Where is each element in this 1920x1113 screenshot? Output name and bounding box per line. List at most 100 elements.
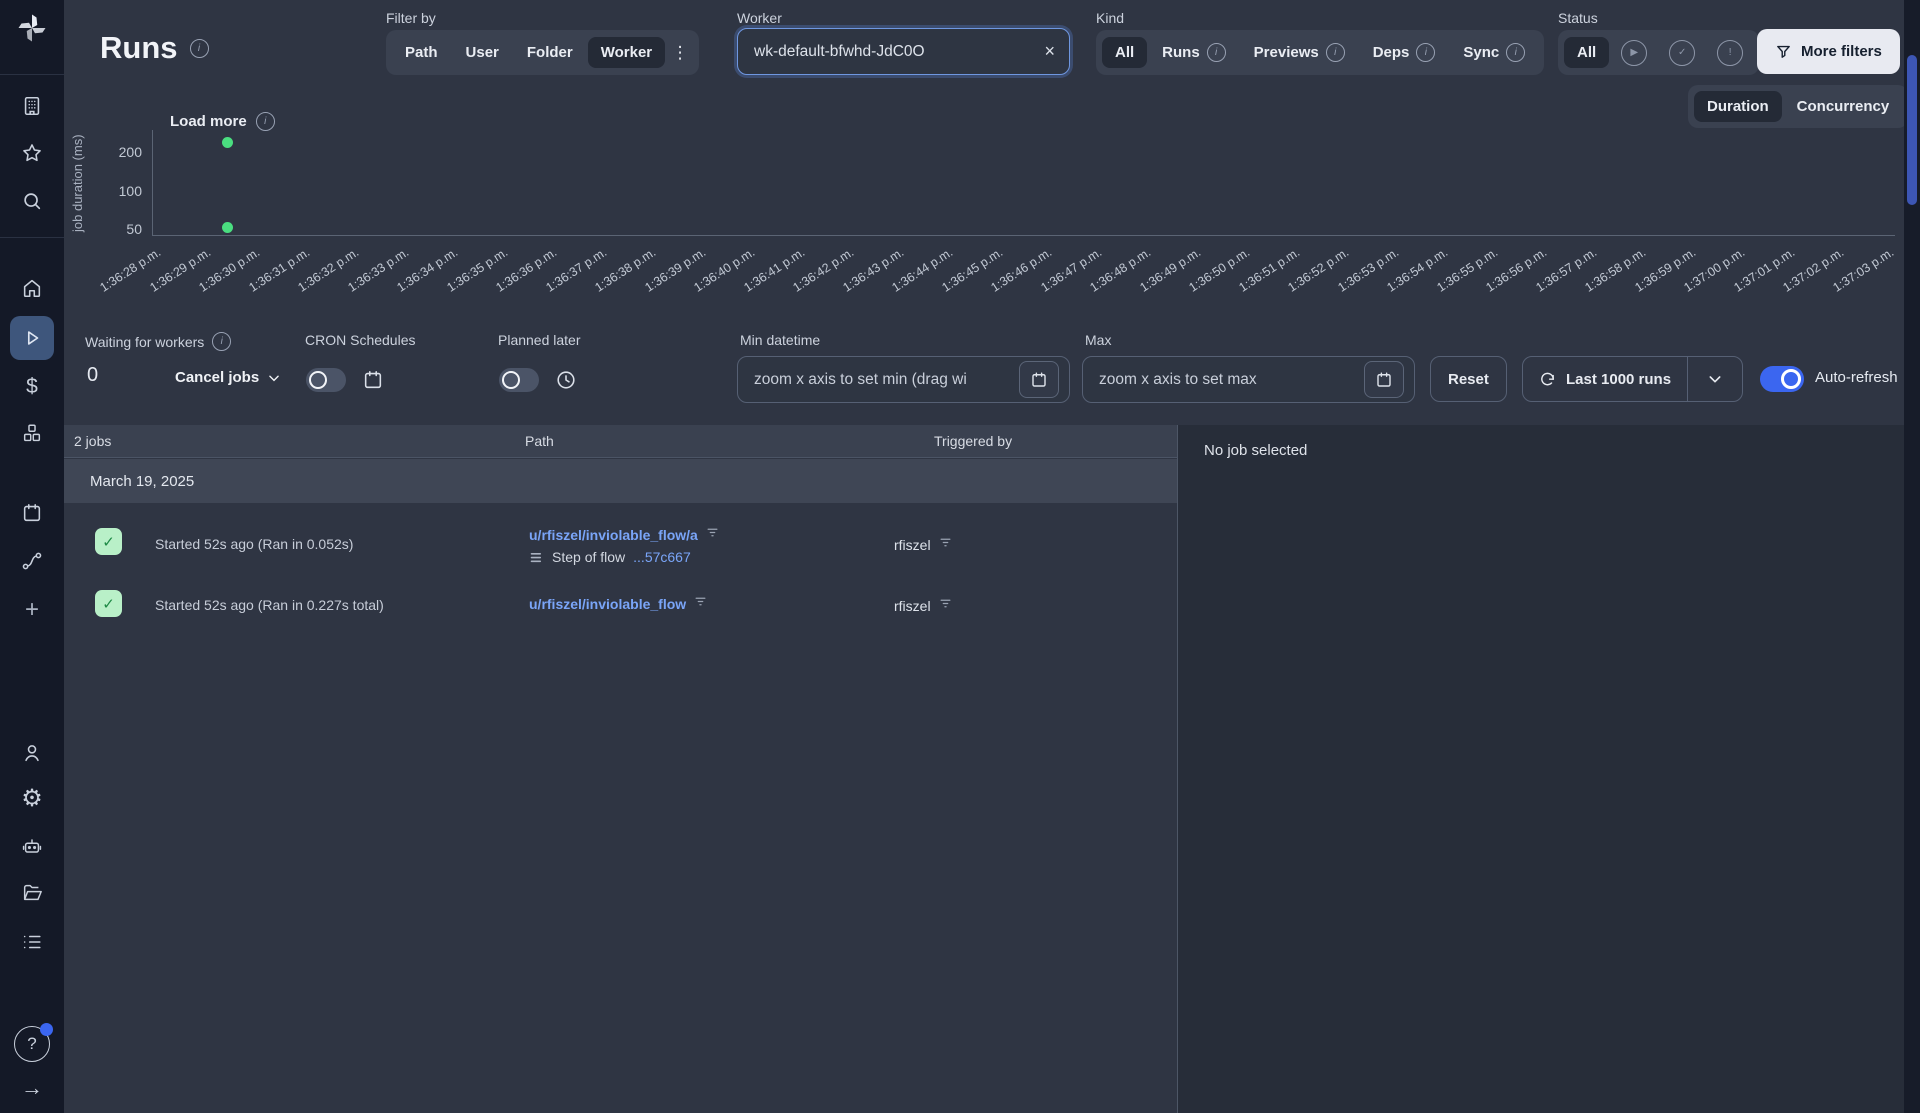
sidebar-item-resources[interactable]	[0, 413, 64, 453]
last-runs-button[interactable]: Last 1000 runs	[1523, 357, 1687, 401]
auto-refresh-toggle[interactable]	[1760, 366, 1804, 392]
filter-by-path-icon[interactable]	[694, 595, 707, 613]
date-label: March 19, 2025	[90, 472, 195, 490]
info-icon: i	[1325, 43, 1345, 62]
worker-input-box: ×	[737, 28, 1070, 75]
filter-by-group: Path User Folder Worker ⋮	[386, 30, 700, 75]
max-datetime-input[interactable]	[1097, 369, 1358, 390]
jobs-table: 2 jobs Path Triggered by March 19, 2025 …	[64, 425, 1177, 1113]
y-tick: 200	[118, 144, 142, 160]
sidebar-item-create[interactable]: +	[0, 590, 64, 630]
view-toggle-group: Duration Concurrency	[1688, 85, 1909, 128]
duration-tab[interactable]: Duration	[1694, 91, 1782, 122]
filter-by-user-icon[interactable]	[939, 597, 952, 615]
status-running-icon[interactable]: ▶	[1621, 39, 1648, 66]
sidebar-item-runs[interactable]	[10, 316, 54, 360]
status-all-button[interactable]: All	[1564, 37, 1610, 68]
search-icon	[24, 193, 41, 210]
min-datetime-input[interactable]	[752, 369, 1013, 390]
cancel-jobs-button[interactable]: Cancel jobs	[175, 369, 281, 386]
info-icon: i	[255, 112, 275, 131]
no-job-selected-text: No job selected	[1204, 442, 1308, 459]
cron-schedules-label: CRON Schedules	[305, 332, 416, 348]
sidebar-collapse-button[interactable]: →	[0, 1068, 64, 1108]
date-group-row: March 19, 2025	[64, 459, 1177, 503]
concurrency-tab[interactable]: Concurrency	[1784, 91, 1903, 122]
info-icon[interactable]: i	[189, 38, 209, 58]
chart-point-flow[interactable]	[222, 137, 233, 148]
filter-folder-button[interactable]: Folder	[514, 37, 586, 68]
planned-later-label: Planned later	[498, 332, 581, 348]
scrollbar-thumb[interactable]	[1907, 55, 1917, 205]
success-check-icon: ✓	[95, 590, 122, 617]
kebab-menu-icon[interactable]: ⋮	[667, 43, 693, 63]
x-axis-ticks[interactable]: 1:36:28 p.m. 1:36:29 p.m. 1:36:30 p.m. 1:3…	[97, 241, 1895, 313]
path-link[interactable]: u/rfiszel/inviolable_flow/a	[529, 527, 698, 543]
filter-worker-button[interactable]: Worker	[587, 37, 666, 68]
sidebar-item-help[interactable]: ?	[0, 1022, 64, 1066]
windmill-logo-icon[interactable]	[14, 10, 50, 46]
sidebar-item-groups[interactable]	[0, 922, 64, 962]
clear-icon[interactable]: ×	[1040, 41, 1059, 62]
sidebar-item-flows[interactable]	[0, 541, 64, 581]
max-datetime-label: Max	[1085, 332, 1112, 348]
building-icon	[24, 96, 40, 116]
column-path: Path	[525, 433, 554, 449]
status-label: Status	[1558, 10, 1598, 26]
table-row[interactable]: ✓ Started 52s ago (Ran in 0.052s) u/rfis…	[64, 503, 1177, 579]
cron-schedules-controls	[306, 368, 384, 392]
filter-by-user-icon[interactable]	[939, 536, 952, 554]
sidebar-item-workspace[interactable]	[0, 86, 64, 126]
path-link[interactable]: u/rfiszel/inviolable_flow	[529, 596, 686, 612]
job-detail-panel: No job selected	[1177, 425, 1904, 1113]
planned-later-toggle[interactable]	[499, 368, 539, 392]
step-of-flow-cell: Step of flow ...57c667	[529, 549, 691, 565]
status-success-icon[interactable]: ✓	[1669, 39, 1696, 66]
sidebar-item-variables[interactable]: $	[0, 366, 64, 406]
refresh-icon	[1541, 372, 1554, 385]
boxes-icon	[23, 424, 41, 442]
success-check-icon: ✓	[95, 528, 122, 555]
triggered-by-cell: rfiszel	[894, 597, 952, 615]
reset-button[interactable]: Reset	[1430, 356, 1507, 402]
filter-path-button[interactable]: Path	[392, 37, 451, 68]
sidebar-item-home[interactable]	[0, 268, 64, 308]
info-icon: i	[1506, 43, 1526, 62]
kind-runs-button[interactable]: Runs i	[1149, 36, 1239, 69]
chevron-down-icon	[1709, 376, 1721, 383]
folder-icon	[23, 884, 42, 901]
cron-schedules-toggle[interactable]	[306, 368, 346, 392]
chart-point-step[interactable]	[222, 222, 233, 233]
calendar-picker-button[interactable]	[1019, 361, 1059, 398]
sidebar-item-user[interactable]	[0, 733, 64, 773]
load-more[interactable]: Load more i	[170, 112, 275, 131]
filter-by-path-icon[interactable]	[706, 526, 719, 544]
sidebar-item-settings[interactable]: ⚙	[0, 779, 64, 819]
sidebar-item-favorites[interactable]	[0, 133, 64, 173]
sidebar-item-schedules[interactable]	[0, 493, 64, 533]
chevron-down-icon	[269, 375, 279, 381]
kind-deps-button[interactable]: Deps i	[1360, 36, 1449, 69]
kind-group: All Runs i Previews i Deps i Sync i	[1096, 30, 1545, 75]
started-text: Started 52s ago (Ran in 0.052s)	[155, 536, 354, 552]
filter-user-button[interactable]: User	[453, 37, 512, 68]
route-icon	[22, 552, 42, 570]
kind-all-button[interactable]: All	[1102, 37, 1148, 68]
y-tick: 50	[126, 221, 142, 237]
sidebar-item-search[interactable]	[0, 181, 64, 221]
waiting-for-workers-label: Waiting for workers i	[85, 332, 232, 351]
last-runs-dropdown-button[interactable]	[1687, 357, 1742, 401]
sidebar-item-folders[interactable]	[0, 873, 64, 913]
flow-id-link[interactable]: ...57c667	[633, 549, 691, 565]
table-row[interactable]: ✓ Started 52s ago (Ran in 0.227s total) …	[64, 579, 1177, 631]
calendar-icon	[1377, 372, 1391, 387]
calendar-picker-button[interactable]	[1364, 361, 1404, 398]
kind-previews-button[interactable]: Previews i	[1241, 36, 1358, 69]
sidebar-item-workers[interactable]	[0, 826, 64, 866]
status-failure-icon[interactable]: !	[1717, 39, 1744, 66]
info-icon[interactable]: i	[212, 332, 232, 351]
gear-icon: ⚙	[21, 785, 43, 812]
worker-input[interactable]	[752, 41, 1041, 62]
more-filters-button[interactable]: More filters	[1757, 29, 1900, 74]
kind-sync-button[interactable]: Sync i	[1450, 36, 1538, 69]
